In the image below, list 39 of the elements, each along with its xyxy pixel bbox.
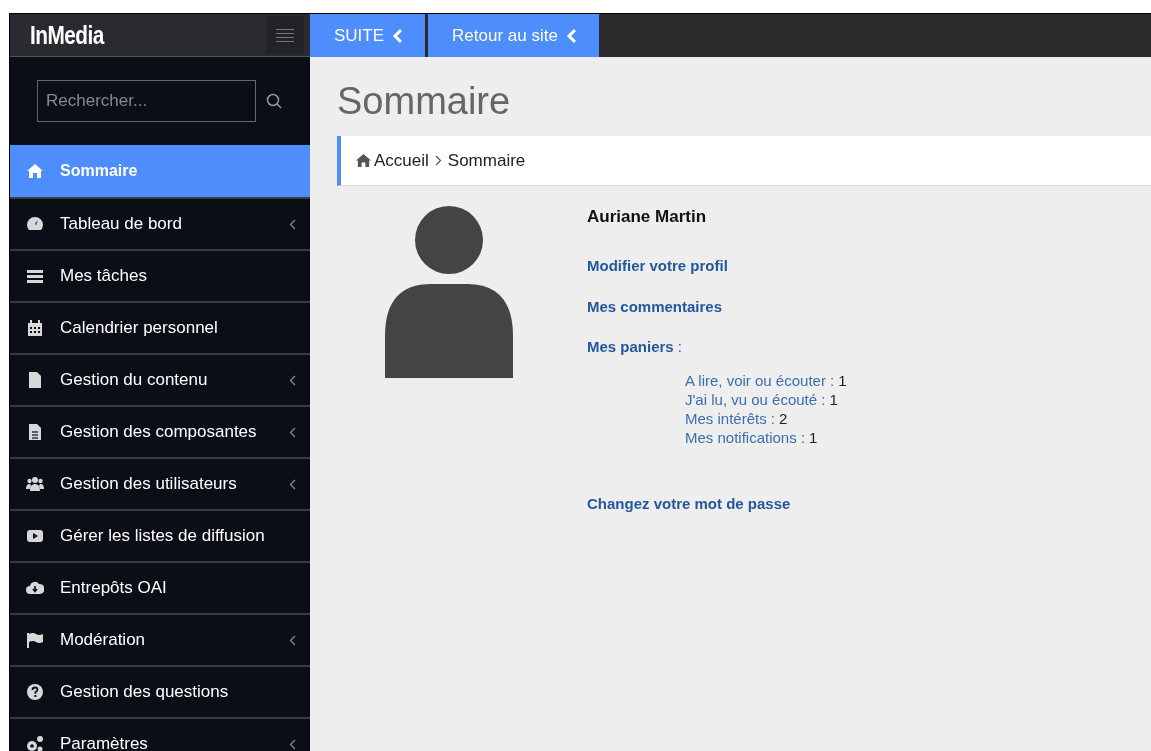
brand-logo: InMedia xyxy=(30,18,104,52)
question-icon xyxy=(26,683,44,701)
basket-link[interactable]: J'ai lu, vu ou écouté : xyxy=(685,390,826,409)
page-title: Sommaire xyxy=(337,79,512,123)
basket-count: 2 xyxy=(779,409,788,428)
change-password-link[interactable]: Changez votre mot de passe xyxy=(587,493,847,516)
play-icon xyxy=(26,527,44,545)
profile-link[interactable]: Modifier votre profil xyxy=(587,254,847,277)
menu-button[interactable] xyxy=(266,16,304,54)
basket-count: 1 xyxy=(809,428,818,447)
profile-link[interactable]: Mes commentaires xyxy=(587,296,847,319)
breadcrumb-link[interactable]: Accueil xyxy=(355,147,429,174)
basket-count: 1 xyxy=(829,390,838,409)
chevron-left-icon xyxy=(392,27,404,44)
calendar-icon xyxy=(26,319,44,337)
baskets-link[interactable]: Mes paniers xyxy=(587,335,674,358)
basket-link[interactable]: A lire, voir ou écouter : xyxy=(685,371,835,390)
basket-link[interactable]: Mes notifications : xyxy=(685,428,806,447)
home-icon xyxy=(26,162,44,180)
search-field[interactable]: Rechercher... xyxy=(37,80,256,122)
menu-icon xyxy=(276,28,294,42)
avatar-icon xyxy=(384,206,513,378)
gauge-icon xyxy=(26,215,44,233)
chevron-right-icon xyxy=(434,155,442,166)
basket-link[interactable]: Mes intérêts : xyxy=(685,409,776,428)
basket-count: 1 xyxy=(838,371,847,390)
list-icon xyxy=(26,267,44,285)
document-icon xyxy=(26,423,44,441)
search-icon[interactable] xyxy=(266,93,282,109)
breadcrumb-current: Sommaire xyxy=(447,149,526,172)
document-icon xyxy=(26,371,44,389)
cloud-download-icon xyxy=(26,579,44,597)
users-icon xyxy=(26,475,44,493)
chevron-left-icon xyxy=(565,27,577,44)
baskets-colon: : xyxy=(677,336,682,357)
flag-icon xyxy=(26,631,44,649)
sidebar-item[interactable]: Paramètres xyxy=(10,717,310,751)
home-icon xyxy=(355,153,372,168)
user-name: Auriane Martin xyxy=(587,206,708,228)
